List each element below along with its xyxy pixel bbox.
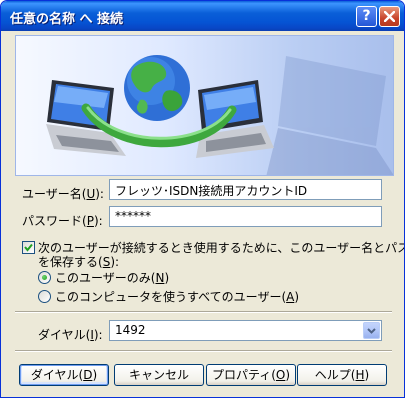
radio-me-prefix: このユーザーのみ( (55, 271, 156, 285)
question-icon: ? (362, 8, 371, 24)
dial-label-prefix: ダイヤル( (38, 328, 91, 342)
window-title: 任意の名称 へ 接続 (10, 12, 124, 27)
help-button[interactable]: ヘルプ(H) (297, 364, 387, 386)
properties-button-suffix: ) (285, 368, 291, 382)
cancel-button-label: キャンセル (128, 368, 189, 382)
help-title-button[interactable]: ? (356, 6, 377, 27)
title-bar[interactable]: 任意の名称 へ 接続 ? (1, 1, 404, 31)
save-credentials-prefix: を保存する( (38, 255, 103, 269)
dialog-window: 任意の名称 へ 接続 ? ユーザー名(U): フレッツ･ISDN接続用アカウント… (0, 0, 405, 398)
dial-label-suffix: ): (93, 328, 103, 342)
password-label-prefix: パスワード( (22, 214, 87, 228)
username-value: フレッツ･ISDN接続用アカウントID (115, 184, 308, 198)
radio-all-prefix: このコンピュータを使うすべてのユーザー( (55, 290, 287, 304)
properties-button-accesskey: O (275, 368, 286, 382)
help-button-suffix: ) (364, 368, 370, 382)
properties-button-prefix: プロパティ( (211, 368, 276, 382)
close-button[interactable] (379, 6, 400, 27)
radio-selected-dot (42, 275, 47, 280)
dial-number-select[interactable]: 1492 (109, 320, 382, 341)
close-icon (384, 11, 395, 22)
radio-all-suffix: ) (294, 290, 300, 304)
password-label: パスワード(P): (22, 212, 103, 229)
password-value: ****** (115, 209, 151, 223)
password-label-accesskey: P (86, 214, 94, 228)
username-label: ユーザー名(U): (22, 185, 104, 202)
username-label-suffix: ): (95, 187, 104, 201)
chevron-down-icon (367, 328, 376, 334)
checkmark-icon (24, 243, 33, 252)
radio-all-users-label[interactable]: このコンピュータを使うすべてのユーザー(A) (55, 288, 299, 305)
properties-button[interactable]: プロパティ(O) (206, 364, 296, 386)
password-label-suffix: ): (93, 214, 103, 228)
username-label-prefix: ユーザー名( (22, 187, 87, 201)
cancel-button[interactable]: キャンセル (114, 364, 204, 386)
dial-number-value: 1492 (115, 323, 146, 337)
radio-me-suffix: ) (164, 271, 170, 285)
save-credentials-suffix: ): (110, 255, 120, 269)
dial-dropdown-button[interactable] (363, 322, 380, 339)
radio-this-user-only[interactable] (38, 271, 51, 284)
username-label-accesskey: U (86, 187, 96, 201)
separator-bottom (15, 350, 392, 352)
save-credentials-label-line2: を保存する(S): (38, 253, 119, 270)
dial-button[interactable]: ダイヤル(D) (19, 364, 109, 386)
dial-button-suffix: ) (92, 368, 98, 382)
help-button-prefix: ヘルプ( (314, 368, 356, 382)
dial-button-prefix: ダイヤル( (30, 368, 84, 382)
radio-all-users[interactable] (38, 290, 51, 303)
radio-this-user-only-label[interactable]: このユーザーのみ(N) (55, 269, 169, 286)
connection-banner-image (15, 35, 394, 176)
separator (15, 311, 392, 313)
help-button-accesskey: H (355, 368, 365, 382)
dial-label: ダイヤル(I): (38, 326, 103, 343)
save-credentials-checkbox[interactable] (22, 241, 35, 254)
password-input[interactable]: ****** (109, 206, 382, 227)
username-input[interactable]: フレッツ･ISDN接続用アカウントID (109, 179, 382, 200)
network-connection-illustration (46, 55, 393, 175)
